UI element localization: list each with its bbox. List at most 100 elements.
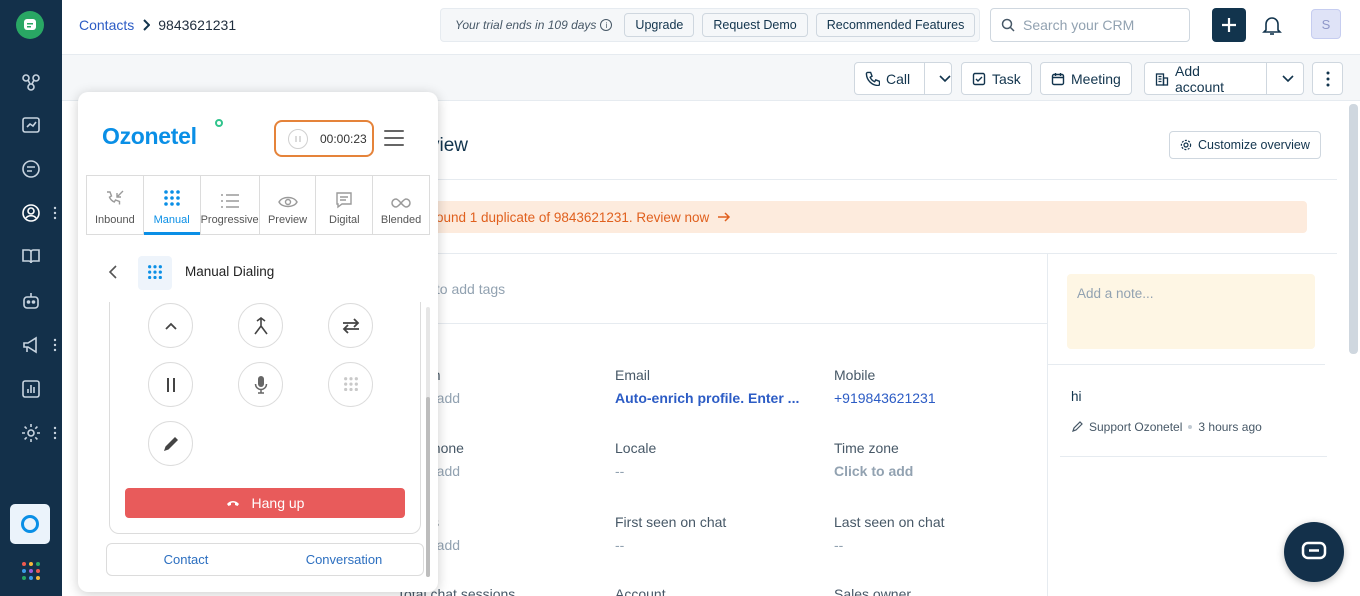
mute-button[interactable] xyxy=(238,362,283,407)
add-account-button[interactable]: Add account xyxy=(1144,62,1304,95)
hold-button[interactable] xyxy=(148,362,193,407)
note-author: Support Ozonetel xyxy=(1089,420,1183,434)
top-header: Contacts 9843621231 Your trial ends in 1… xyxy=(62,0,1360,55)
notes-button[interactable] xyxy=(148,421,193,466)
upgrade-button[interactable]: Upgrade xyxy=(624,13,695,37)
chevron-down-icon[interactable] xyxy=(931,74,959,83)
create-new-button[interactable] xyxy=(1212,8,1246,42)
breadcrumb-contacts-link[interactable]: Contacts xyxy=(79,17,134,33)
more-dots-icon[interactable] xyxy=(52,206,58,220)
infinity-icon xyxy=(390,197,412,209)
inbound-call-icon xyxy=(104,189,126,209)
mode-label: Preview xyxy=(267,214,308,226)
conversations-icon[interactable] xyxy=(18,156,44,182)
mode-label: Progressive xyxy=(200,214,259,226)
mode-tab-preview[interactable]: Preview xyxy=(260,176,317,234)
reports-icon[interactable] xyxy=(18,376,44,402)
more-dots-icon[interactable] xyxy=(52,426,58,440)
field-label: Email xyxy=(615,367,651,383)
field-label: Locale xyxy=(615,440,657,456)
search-input[interactable] xyxy=(1023,17,1173,33)
keypad-icon xyxy=(138,256,172,290)
task-button[interactable]: Task xyxy=(961,62,1032,95)
phone-icon xyxy=(865,71,880,86)
more-dots-icon[interactable] xyxy=(52,338,58,352)
apps-grid-icon[interactable] xyxy=(18,558,44,584)
field-value[interactable]: -- xyxy=(615,463,656,479)
dashboard-icon[interactable] xyxy=(18,112,44,138)
recommended-features-button[interactable]: Recommended Features xyxy=(815,13,976,37)
trial-text: Your trial ends in 109 days i xyxy=(455,18,613,32)
divider xyxy=(1047,253,1048,596)
hamburger-menu-icon[interactable] xyxy=(384,130,404,146)
ozonetel-app-icon[interactable] xyxy=(10,504,50,544)
merge-call-button[interactable] xyxy=(238,303,283,348)
divider xyxy=(370,253,1337,254)
more-options-button[interactable] xyxy=(1312,62,1343,95)
call-button[interactable]: Call xyxy=(854,62,952,95)
dialer-mode-tabs: Inbound Manual Progressive Preview Digit… xyxy=(86,175,430,235)
field-last-seen: Last seen on chat -- xyxy=(834,514,945,553)
calendar-icon xyxy=(1051,72,1065,86)
page-scrollbar[interactable] xyxy=(1349,104,1358,354)
search-icon xyxy=(1001,18,1015,32)
mode-tab-blended[interactable]: Blended xyxy=(373,176,429,234)
field-label: Time zone xyxy=(834,440,899,456)
duplicate-notice-text: ound 1 duplicate of 9843621231. Review n… xyxy=(436,209,710,225)
knowledge-base-icon[interactable] xyxy=(18,243,44,269)
building-icon xyxy=(1155,72,1169,86)
settings-gear-icon[interactable] xyxy=(18,420,44,446)
info-icon[interactable]: i xyxy=(600,19,613,31)
hang-up-button[interactable]: Hang up xyxy=(125,488,405,518)
divider xyxy=(370,323,1047,324)
arrow-right-icon xyxy=(717,212,731,222)
mode-tab-progressive[interactable]: Progressive xyxy=(201,176,260,234)
contacts-icon[interactable] xyxy=(18,200,44,226)
task-checkbox-icon xyxy=(972,72,986,86)
widget-scrollbar[interactable] xyxy=(426,397,430,577)
add-note-input[interactable]: Add a note... xyxy=(1067,274,1315,349)
request-demo-button[interactable]: Request Demo xyxy=(702,13,808,37)
message-icon xyxy=(335,191,353,209)
freshsales-logo-icon[interactable] xyxy=(16,11,44,39)
campaigns-icon[interactable] xyxy=(18,332,44,358)
tab-contact[interactable]: Contact xyxy=(107,544,265,575)
customize-overview-button[interactable]: Customize overview xyxy=(1169,131,1321,159)
back-chevron-icon[interactable] xyxy=(108,264,118,280)
customize-overview-label: Customize overview xyxy=(1198,138,1310,152)
vertical-dots-icon xyxy=(1326,71,1329,86)
meeting-button[interactable]: Meeting xyxy=(1040,62,1132,95)
email-value[interactable]: Auto-enrich profile. Enter ... xyxy=(615,390,799,406)
duplicate-notice-banner[interactable]: ound 1 duplicate of 9843621231. Review n… xyxy=(400,201,1307,233)
note-time: 3 hours ago xyxy=(1198,420,1262,434)
widget-bottom-tabs: Contact Conversation xyxy=(106,543,424,576)
manual-dialing-title: Manual Dialing xyxy=(185,264,275,279)
mobile-value[interactable]: +919843621231 xyxy=(834,390,936,406)
dtmf-keypad-button[interactable] xyxy=(328,362,373,407)
chevron-up-icon xyxy=(164,322,177,330)
chevron-right-icon xyxy=(142,19,151,31)
transfer-call-button[interactable] xyxy=(328,303,373,348)
field-value[interactable]: Click to add xyxy=(834,463,913,479)
chevron-down-icon[interactable] xyxy=(1273,74,1303,83)
separator-dot xyxy=(1188,425,1193,429)
chat-launcher-button[interactable] xyxy=(1284,522,1344,582)
chat-bubble-icon xyxy=(1301,541,1327,560)
mode-label: Digital xyxy=(329,214,360,226)
divider xyxy=(1060,456,1327,457)
user-avatar[interactable]: S xyxy=(1311,9,1341,39)
field-first-seen: First seen on chat -- xyxy=(615,514,726,553)
pause-timer-icon[interactable] xyxy=(288,128,308,149)
mode-tab-manual[interactable]: Manual xyxy=(143,176,201,235)
mode-tab-inbound[interactable]: Inbound xyxy=(87,176,144,234)
tab-conversation[interactable]: Conversation xyxy=(265,544,423,575)
call-label: Call xyxy=(886,70,911,87)
mode-label: Manual xyxy=(153,214,190,226)
bot-icon[interactable] xyxy=(18,288,44,314)
ozonetel-logo: Ozonetel xyxy=(102,123,197,149)
field-value: -- xyxy=(615,537,625,553)
mode-tab-digital[interactable]: Digital xyxy=(316,176,374,234)
notifications-bell-icon[interactable] xyxy=(1260,13,1284,37)
journey-icon[interactable] xyxy=(18,69,44,95)
collapse-button[interactable] xyxy=(148,303,193,348)
